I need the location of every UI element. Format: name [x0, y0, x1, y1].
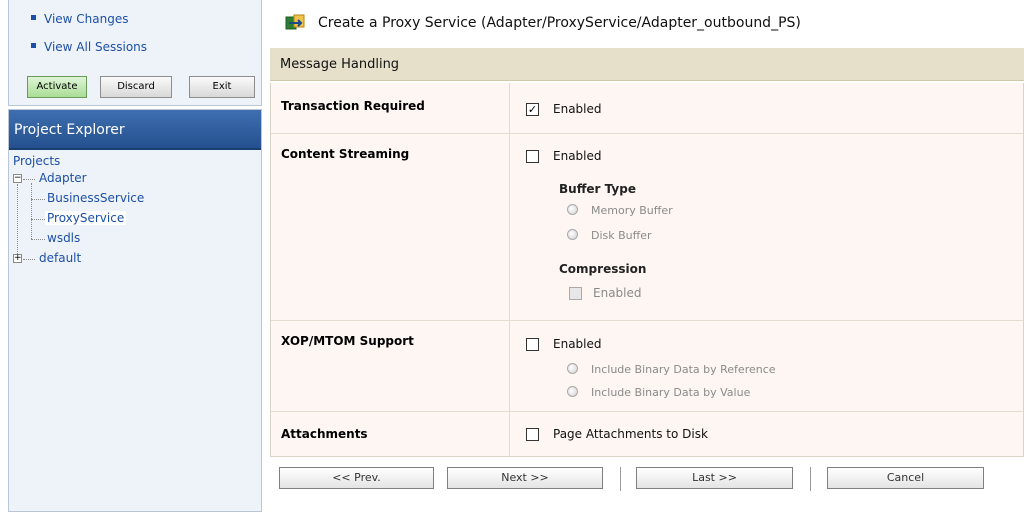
view-all-sessions-label: View All Sessions	[44, 40, 148, 54]
binary-by-reference-radio[interactable]	[567, 363, 578, 374]
nav-separator	[620, 467, 621, 491]
tree-node-projects[interactable]: Projects	[13, 154, 60, 168]
xop-mtom-value: Enabled Include Binary Data by Reference…	[511, 321, 1023, 411]
page-attachments-label: Page Attachments to Disk	[553, 427, 708, 441]
tree-node-wsdls[interactable]: wsdls	[47, 231, 80, 245]
project-explorer-title: Project Explorer	[9, 110, 261, 150]
attachments-row: Attachments Page Attachments to Disk	[271, 412, 1023, 457]
wizard-navigation: << Prev. Next >> Last >> Cancel	[270, 467, 1024, 493]
exit-button[interactable]: Exit	[189, 76, 255, 98]
page-attachments-checkbox[interactable]	[526, 428, 539, 441]
last-button[interactable]: Last >>	[636, 467, 793, 489]
compression-enabled-label: Enabled	[593, 286, 642, 300]
view-changes-label: View Changes	[44, 12, 129, 26]
bullet-icon	[31, 15, 36, 20]
tree-node-adapter[interactable]: Adapter	[39, 171, 87, 185]
left-column: View Changes View All Sessions Activate …	[0, 0, 262, 512]
memory-buffer-label: Memory Buffer	[591, 204, 673, 217]
xop-mtom-enabled-label: Enabled	[553, 337, 602, 351]
tree-connector	[31, 183, 32, 239]
tree-connector	[31, 239, 45, 240]
tree-node-default[interactable]: default	[39, 251, 81, 265]
view-all-sessions-link[interactable]: View All Sessions	[31, 40, 147, 54]
nav-separator	[810, 467, 811, 491]
message-handling-form: Transaction Required ✓ Enabled Content S…	[270, 83, 1024, 457]
binary-by-reference-label: Include Binary Data by Reference	[591, 363, 776, 376]
tree-connector	[23, 259, 35, 260]
cancel-button[interactable]: Cancel	[827, 467, 984, 489]
compression-heading: Compression	[559, 262, 647, 276]
change-center-panel: View Changes View All Sessions Activate …	[8, 0, 262, 106]
main-content: Create a Proxy Service (Adapter/ProxySer…	[262, 0, 1024, 512]
transaction-row: Transaction Required ✓ Enabled	[271, 83, 1023, 134]
prev-button[interactable]: << Prev.	[279, 467, 434, 489]
content-streaming-label: Content Streaming	[271, 134, 510, 320]
tree-connector	[23, 179, 35, 180]
xop-mtom-enabled-checkbox[interactable]	[526, 338, 539, 351]
xop-mtom-label: XOP/MTOM Support	[271, 321, 510, 411]
transaction-value: ✓ Enabled	[511, 83, 1023, 133]
tree-connector	[17, 184, 18, 254]
project-explorer-panel: Project Explorer Projects − Adapter Busi…	[8, 109, 262, 512]
transaction-enabled-label: Enabled	[553, 102, 602, 116]
discard-button[interactable]: Discard	[100, 76, 172, 98]
bullet-icon	[31, 43, 36, 48]
tree-node-proxyservice[interactable]: ProxyService	[45, 211, 127, 225]
tree-node-businessservice[interactable]: BusinessService	[47, 191, 144, 205]
content-streaming-value: Enabled Buffer Type Memory Buffer Disk B…	[511, 134, 1023, 320]
binary-by-value-radio[interactable]	[567, 386, 578, 397]
tree-connector	[31, 199, 45, 200]
activate-button[interactable]: Activate	[27, 76, 87, 98]
tree-connector	[31, 219, 45, 220]
content-streaming-enabled-checkbox[interactable]	[526, 150, 539, 163]
view-changes-link[interactable]: View Changes	[31, 12, 129, 26]
memory-buffer-radio[interactable]	[567, 204, 578, 215]
xop-mtom-row: XOP/MTOM Support Enabled Include Binary …	[271, 321, 1023, 412]
content-streaming-enabled-label: Enabled	[553, 149, 602, 163]
content-streaming-row: Content Streaming Enabled Buffer Type Me…	[271, 134, 1023, 321]
section-header: Message Handling	[270, 48, 1024, 81]
proxy-service-icon	[285, 14, 305, 30]
attachments-value: Page Attachments to Disk	[511, 412, 1023, 457]
compression-enabled-checkbox[interactable]	[569, 287, 582, 300]
buffer-type-heading: Buffer Type	[559, 182, 636, 196]
transaction-label: Transaction Required	[271, 83, 510, 133]
transaction-enabled-checkbox[interactable]: ✓	[526, 103, 539, 116]
next-button[interactable]: Next >>	[447, 467, 603, 489]
binary-by-value-label: Include Binary Data by Value	[591, 386, 751, 399]
page-header: Create a Proxy Service (Adapter/ProxySer…	[270, 6, 1024, 42]
disk-buffer-label: Disk Buffer	[591, 229, 652, 242]
expand-icon[interactable]: +	[13, 254, 22, 263]
disk-buffer-radio[interactable]	[567, 229, 578, 240]
attachments-label: Attachments	[271, 412, 510, 457]
collapse-icon[interactable]: −	[13, 174, 22, 183]
page-title: Create a Proxy Service (Adapter/ProxySer…	[318, 15, 801, 31]
